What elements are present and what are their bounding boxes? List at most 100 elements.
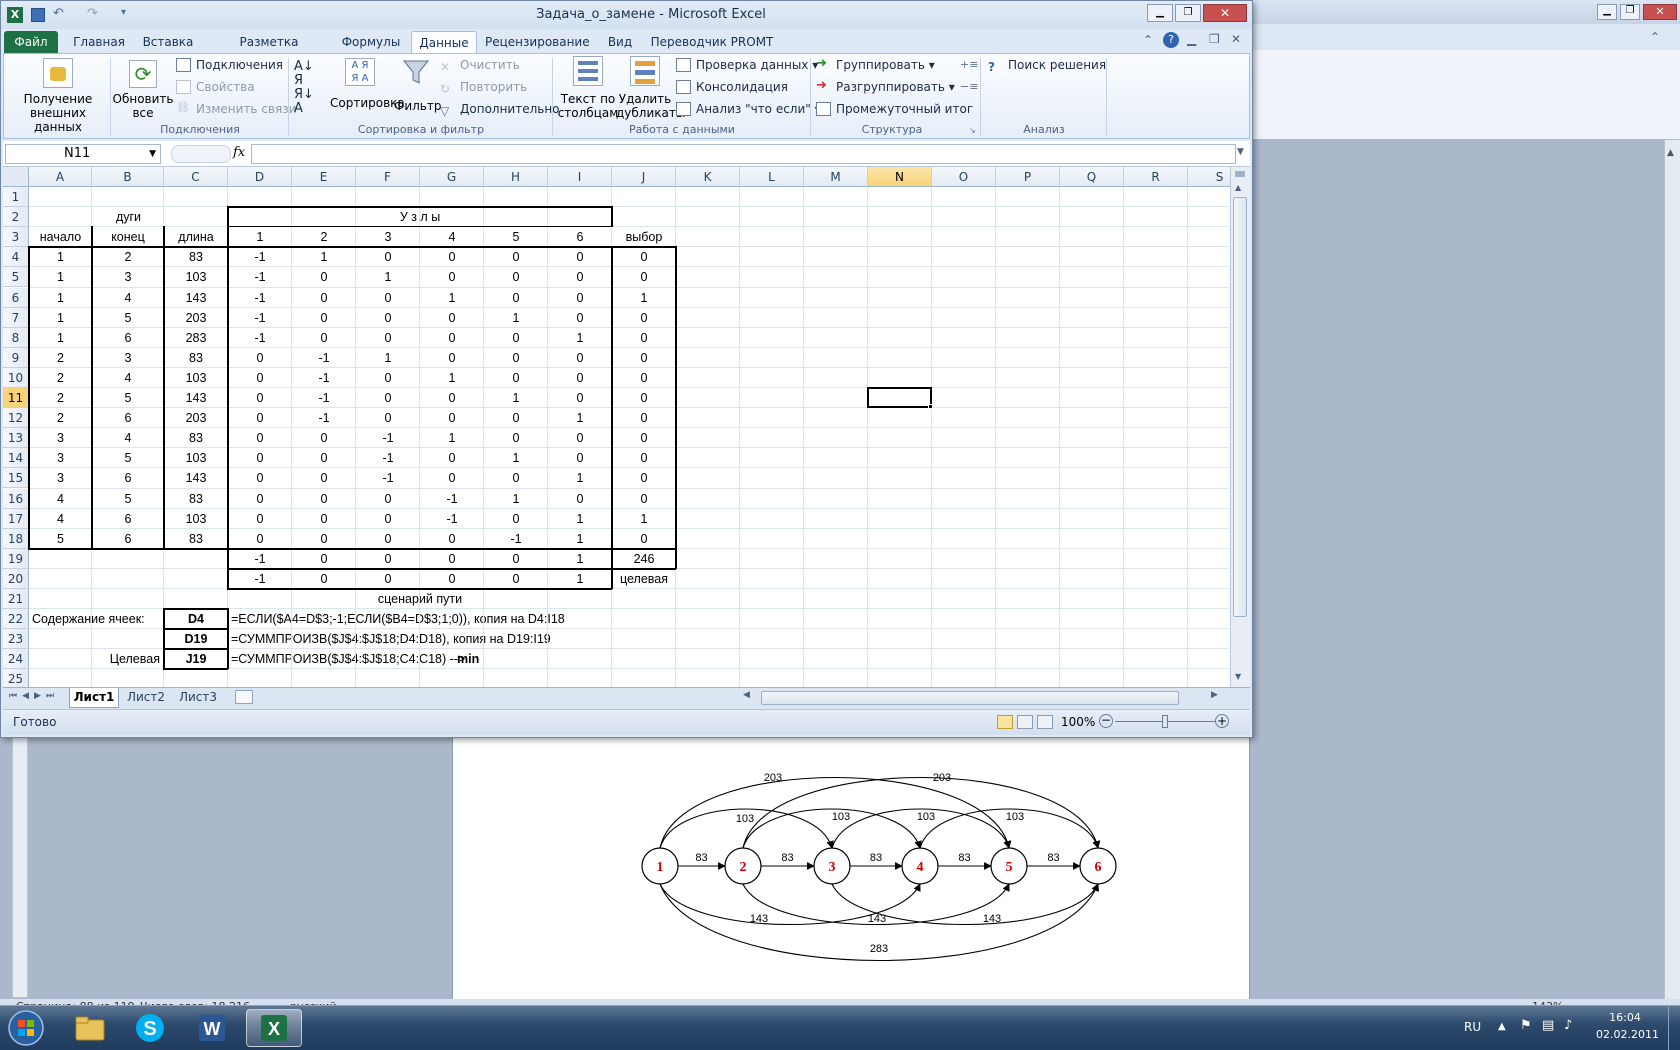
data-cell[interactable]: 6: [92, 529, 164, 549]
data-cell[interactable]: 0: [228, 348, 292, 368]
row-header-21[interactable]: 21: [3, 589, 29, 609]
data-cell[interactable]: 1: [420, 428, 484, 448]
column-header-G[interactable]: G: [420, 167, 484, 187]
data-cell[interactable]: 2: [29, 388, 92, 408]
data-cell[interactable]: 0: [612, 529, 676, 549]
data-cell[interactable]: 83: [164, 247, 228, 267]
column-header-Q[interactable]: Q: [1060, 167, 1124, 187]
data-cell[interactable]: 3: [29, 468, 92, 488]
tab-file[interactable]: Файл: [4, 31, 58, 53]
data-cell[interactable]: 0: [484, 368, 548, 388]
scroll-up-arrow-icon[interactable]: ▲: [1235, 183, 1241, 192]
data-cell[interactable]: 0: [228, 448, 292, 468]
row-header-19[interactable]: 19: [3, 548, 29, 569]
column-header-N[interactable]: N: [868, 167, 932, 187]
data-cell[interactable]: 1: [29, 328, 92, 348]
data-cell[interactable]: 0: [420, 308, 484, 328]
data-cell[interactable]: 0: [548, 489, 612, 509]
data-cell[interactable]: 0: [356, 388, 420, 408]
clear-button[interactable]: ✕ Очистить: [440, 56, 520, 74]
sheet-tab-3[interactable]: Лист3: [173, 688, 223, 708]
data-cell[interactable]: 0: [292, 328, 356, 348]
tab-promt[interactable]: Переводчик PROMT: [647, 31, 777, 53]
insert-function-button[interactable]: fx: [233, 145, 245, 160]
data-cell[interactable]: 1: [29, 288, 92, 308]
ref-d4[interactable]: D4: [164, 609, 228, 629]
rhs-cell[interactable]: 0: [484, 569, 548, 589]
word-minimize-button[interactable]: ▁: [1597, 4, 1617, 20]
data-cell[interactable]: 0: [420, 468, 484, 488]
data-cell[interactable]: 1: [484, 388, 548, 408]
data-cell[interactable]: 0: [228, 368, 292, 388]
data-cell[interactable]: 1: [356, 348, 420, 368]
row-header-17[interactable]: 17: [3, 508, 29, 529]
row-header-18[interactable]: 18: [3, 528, 29, 549]
column-header-H[interactable]: H: [484, 167, 548, 187]
header-node-6[interactable]: 6: [548, 227, 612, 247]
word-maximize-button[interactable]: ❐: [1620, 4, 1640, 20]
header-arcs[interactable]: дуги: [29, 207, 228, 227]
constraint-cell[interactable]: 1: [548, 549, 612, 569]
data-cell[interactable]: 0: [484, 468, 548, 488]
data-cell[interactable]: -1: [228, 288, 292, 308]
data-cell[interactable]: 143: [164, 468, 228, 488]
data-cell[interactable]: 0: [548, 388, 612, 408]
data-cell[interactable]: 1: [548, 509, 612, 529]
objective-label[interactable]: Целевая: [92, 649, 164, 669]
data-cell[interactable]: 0: [484, 509, 548, 529]
taskbar-explorer[interactable]: [62, 1009, 118, 1047]
data-cell[interactable]: 0: [292, 288, 356, 308]
data-cell[interactable]: 0: [356, 288, 420, 308]
name-box[interactable]: N11 ▼: [5, 144, 161, 164]
row-header-9[interactable]: 9: [3, 347, 29, 368]
data-cell[interactable]: 1: [548, 408, 612, 428]
row-header-22[interactable]: 22: [3, 609, 29, 630]
workbook-restore-icon[interactable]: ❐: [1209, 32, 1220, 46]
data-cell[interactable]: 2: [29, 368, 92, 388]
data-cell[interactable]: 0: [228, 489, 292, 509]
rhs-cell[interactable]: 1: [548, 569, 612, 589]
data-cell[interactable]: -1: [228, 308, 292, 328]
row-header-4[interactable]: 4: [3, 247, 29, 268]
data-cell[interactable]: 1: [356, 267, 420, 287]
text-to-columns-button[interactable]: Текст по столбцам: [556, 56, 620, 122]
scroll-down-arrow-icon[interactable]: ▼: [1235, 672, 1241, 681]
data-cell[interactable]: 1: [484, 489, 548, 509]
undo-icon[interactable]: ↶: [53, 6, 64, 21]
data-cell[interactable]: 0: [612, 267, 676, 287]
header-node-5[interactable]: 5: [484, 227, 548, 247]
zoom-level[interactable]: 100%: [1061, 715, 1095, 729]
row-header-1[interactable]: 1: [3, 187, 29, 207]
data-cell[interactable]: 0: [612, 348, 676, 368]
data-cell[interactable]: 0: [612, 428, 676, 448]
row-header-25[interactable]: 25: [3, 669, 29, 687]
data-cell[interactable]: 4: [92, 368, 164, 388]
data-cell[interactable]: 83: [164, 489, 228, 509]
data-cell[interactable]: -1: [228, 328, 292, 348]
data-cell[interactable]: 5: [92, 489, 164, 509]
target-label[interactable]: целевая: [612, 569, 676, 589]
sheet-tab-1[interactable]: Лист1: [69, 688, 119, 708]
header-length[interactable]: длина: [164, 227, 228, 247]
clock-time[interactable]: 16:04: [1600, 1011, 1650, 1024]
data-cell[interactable]: 1: [484, 308, 548, 328]
data-cell[interactable]: 0: [612, 328, 676, 348]
row-header-6[interactable]: 6: [3, 287, 29, 308]
data-cell[interactable]: 0: [612, 489, 676, 509]
help-icon[interactable]: ?: [1163, 32, 1179, 48]
row-header-24[interactable]: 24: [3, 649, 29, 670]
data-cell[interactable]: 4: [92, 428, 164, 448]
data-cell[interactable]: 0: [228, 428, 292, 448]
data-cell[interactable]: 0: [612, 448, 676, 468]
data-cell[interactable]: -1: [356, 468, 420, 488]
quick-access-menu-icon[interactable]: ▾: [121, 7, 126, 18]
excel-restore-button[interactable]: ❐: [1175, 4, 1201, 22]
header-start[interactable]: начало: [29, 227, 92, 247]
column-header-I[interactable]: I: [548, 167, 612, 187]
data-cell[interactable]: 0: [228, 509, 292, 529]
data-cell[interactable]: -1: [420, 509, 484, 529]
data-cell[interactable]: 0: [548, 348, 612, 368]
ungroup-button[interactable]: ➜ Разгруппировать ▾: [816, 78, 955, 96]
data-cell[interactable]: -1: [484, 529, 548, 549]
data-cell[interactable]: 5: [92, 448, 164, 468]
